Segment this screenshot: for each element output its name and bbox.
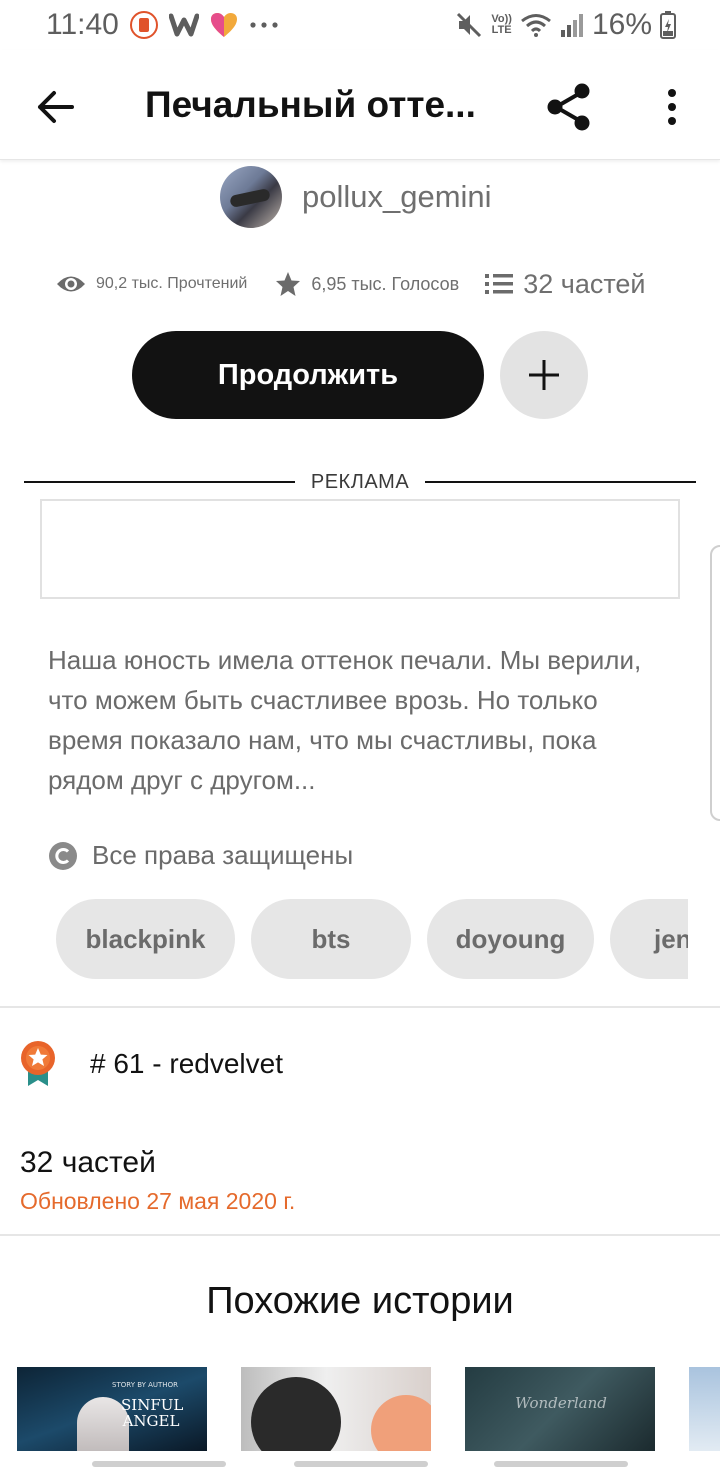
back-arrow-icon — [38, 91, 74, 123]
battery-icon — [660, 11, 676, 39]
story-cover[interactable] — [689, 1367, 720, 1451]
avatar — [220, 166, 282, 228]
continue-reading-button[interactable]: Продолжить — [132, 331, 484, 419]
plus-icon — [529, 360, 559, 390]
tag-chip[interactable]: bts — [251, 899, 411, 979]
parts-count[interactable]: 32 частей — [20, 1146, 156, 1180]
back-button[interactable] — [30, 82, 80, 132]
more-vert-icon — [668, 89, 676, 125]
ad-banner[interactable] — [40, 499, 680, 599]
divider — [0, 1234, 720, 1236]
mute-icon — [455, 11, 483, 39]
updated-date: Обновлено 27 мая 2020 г. — [20, 1188, 296, 1214]
story-stats: 90,2 тыс. Прочтений 6,95 тыс. Голосов 32… — [56, 262, 676, 306]
cover-title: SINFUL ANGEL — [121, 1396, 184, 1430]
app-notification-icon — [129, 10, 159, 40]
tag-chip[interactable]: doyoung — [427, 899, 594, 979]
share-button[interactable] — [540, 78, 598, 136]
cover-subtitle: STORY BY AUTHOR — [112, 1381, 178, 1389]
more-notifications-icon — [249, 20, 279, 30]
share-icon — [547, 83, 590, 131]
ranking-row[interactable]: # 61 - redvelvet — [20, 1040, 283, 1088]
copyright-text: Все права защищены — [92, 840, 354, 870]
divider — [24, 481, 295, 483]
divider — [0, 1006, 720, 1008]
volte-icon: Vo)) LTE — [491, 13, 512, 36]
status-bar: 11:40 Vo)) LTE 16% — [0, 0, 720, 50]
network-label: LTE — [491, 24, 512, 36]
story-cover[interactable]: Wonderland — [465, 1367, 655, 1451]
eye-icon — [57, 276, 85, 292]
tag-list: blackpink bts doyoung jen — [56, 899, 688, 979]
more-options-button[interactable] — [650, 78, 694, 136]
parts-stat: 32 частей — [485, 268, 646, 300]
award-badge-icon — [21, 1041, 55, 1086]
divider — [425, 481, 697, 483]
tag-chip[interactable]: blackpink — [56, 899, 235, 979]
star-icon — [276, 272, 301, 296]
similar-stories-carousel: STORY BY AUTHOR SINFUL ANGEL Wonderland — [17, 1367, 720, 1451]
list-icon — [485, 274, 514, 294]
author-name: pollux_gemini — [302, 179, 492, 214]
votes-count: 6,95 тыс. Голосов — [311, 273, 460, 294]
heart-app-icon — [209, 11, 239, 39]
app-bar: Печальный отте... — [0, 50, 720, 160]
ad-header: РЕКЛАМА — [24, 468, 697, 496]
battery-percent: 16% — [591, 8, 652, 41]
wattpad-icon — [168, 12, 199, 38]
status-time: 11:40 — [46, 8, 119, 41]
votes-stat: 6,95 тыс. Голосов — [275, 271, 459, 297]
similar-stories-title: Похожие истории — [206, 1280, 514, 1322]
copyright-row: Все права защищены — [48, 840, 353, 871]
parts-count-stat: 32 частей — [523, 268, 646, 299]
page-title: Печальный отте... — [145, 84, 476, 125]
reads-count: 90,2 тыс. Прочтений — [96, 275, 248, 292]
ranking-text: # 61 - redvelvet — [90, 1048, 283, 1079]
tag-chip[interactable]: jen — [610, 899, 688, 979]
scroll-handle[interactable] — [710, 545, 720, 821]
wifi-icon — [520, 12, 552, 38]
copyright-icon — [49, 841, 77, 870]
story-cover[interactable] — [241, 1367, 431, 1451]
story-cover[interactable]: STORY BY AUTHOR SINFUL ANGEL — [17, 1367, 207, 1451]
reads-stat: 90,2 тыс. Прочтений — [56, 273, 247, 295]
carousel-indicator — [0, 1460, 720, 1470]
add-to-library-button[interactable] — [500, 331, 588, 419]
author-link[interactable]: pollux_gemini — [220, 166, 492, 228]
story-description: Наша юность имела оттенок печали. Мы вер… — [48, 645, 642, 795]
cover-title: Wonderland — [515, 1394, 607, 1412]
ad-label: РЕКЛАМА — [310, 470, 410, 493]
signal-icon — [560, 12, 584, 38]
